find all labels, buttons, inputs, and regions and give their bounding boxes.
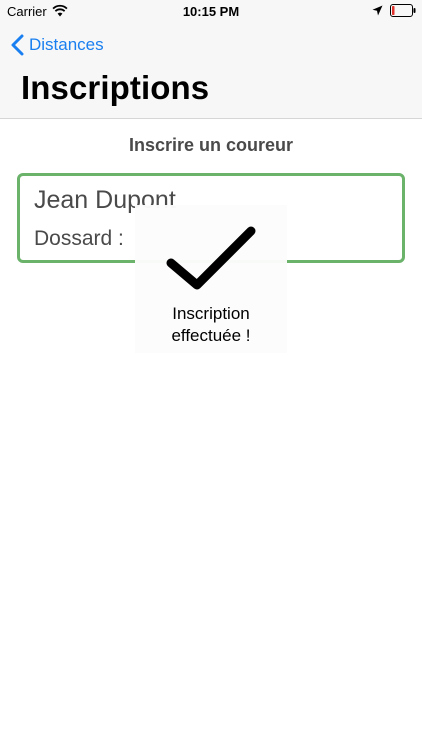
chevron-left-icon (11, 34, 24, 56)
location-arrow-icon (372, 5, 383, 16)
navigation-bar: Distances Inscriptions (0, 22, 422, 119)
back-button-label: Distances (29, 35, 104, 54)
status-time: 10:15 PM (182, 4, 240, 19)
section-heading: Inscrire un coureur (128, 135, 294, 155)
hud-message-line1: Inscription (172, 304, 250, 323)
hud-message-line2: effectuée ! (171, 326, 251, 345)
back-button[interactable]: Distances (10, 30, 104, 60)
bib-number-field[interactable]: Dossard : (34, 227, 124, 251)
page-title: Inscriptions (21, 69, 210, 106)
battery-low-icon (390, 4, 416, 17)
checkmark-icon (166, 226, 256, 290)
status-bar: Carrier 10:15 PM (0, 0, 422, 22)
hud-message: Inscription effectuée ! (135, 303, 287, 347)
success-hud: Inscription effectuée ! (135, 205, 287, 353)
